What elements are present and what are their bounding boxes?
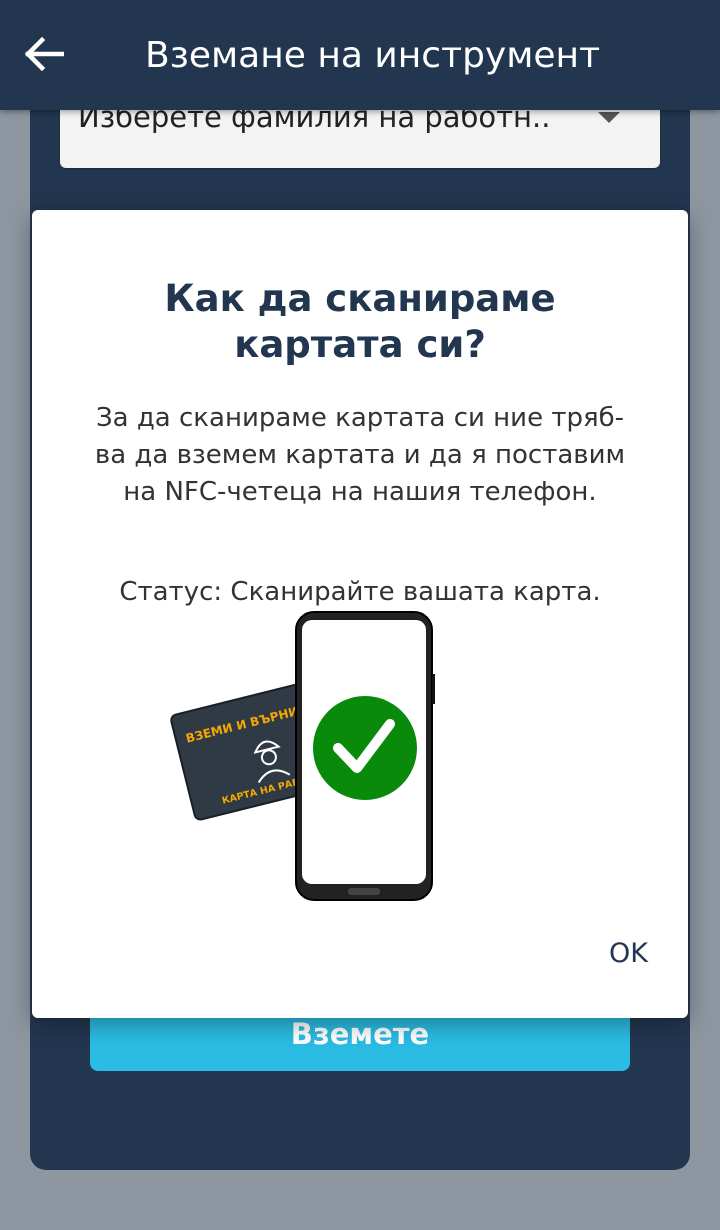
back-button[interactable] <box>20 30 68 78</box>
scan-card-dialog: Как да сканираме картата си? За да скани… <box>32 210 688 1018</box>
dialog-instructions: За да сканираме картата си ние тряб-ва д… <box>94 403 626 507</box>
check-icon <box>313 696 417 800</box>
page-title: Вземане на инструмент <box>145 35 601 76</box>
arrow-left-icon <box>24 37 64 71</box>
ok-button[interactable]: OK <box>588 932 648 976</box>
chevron-down-icon <box>598 112 620 123</box>
take-button-label: Вземете <box>290 1017 430 1051</box>
dialog-title: Как да сканираме картата си? <box>164 277 556 366</box>
scan-status: Статус: Сканирайте вашата карта. <box>119 577 601 607</box>
nfc-scan-illustration: ВЗЕМИ И ВЪРНИ КАРТА НА РАБОТНИК <box>170 611 435 901</box>
app-bar: Вземане на инструмент <box>0 0 720 110</box>
